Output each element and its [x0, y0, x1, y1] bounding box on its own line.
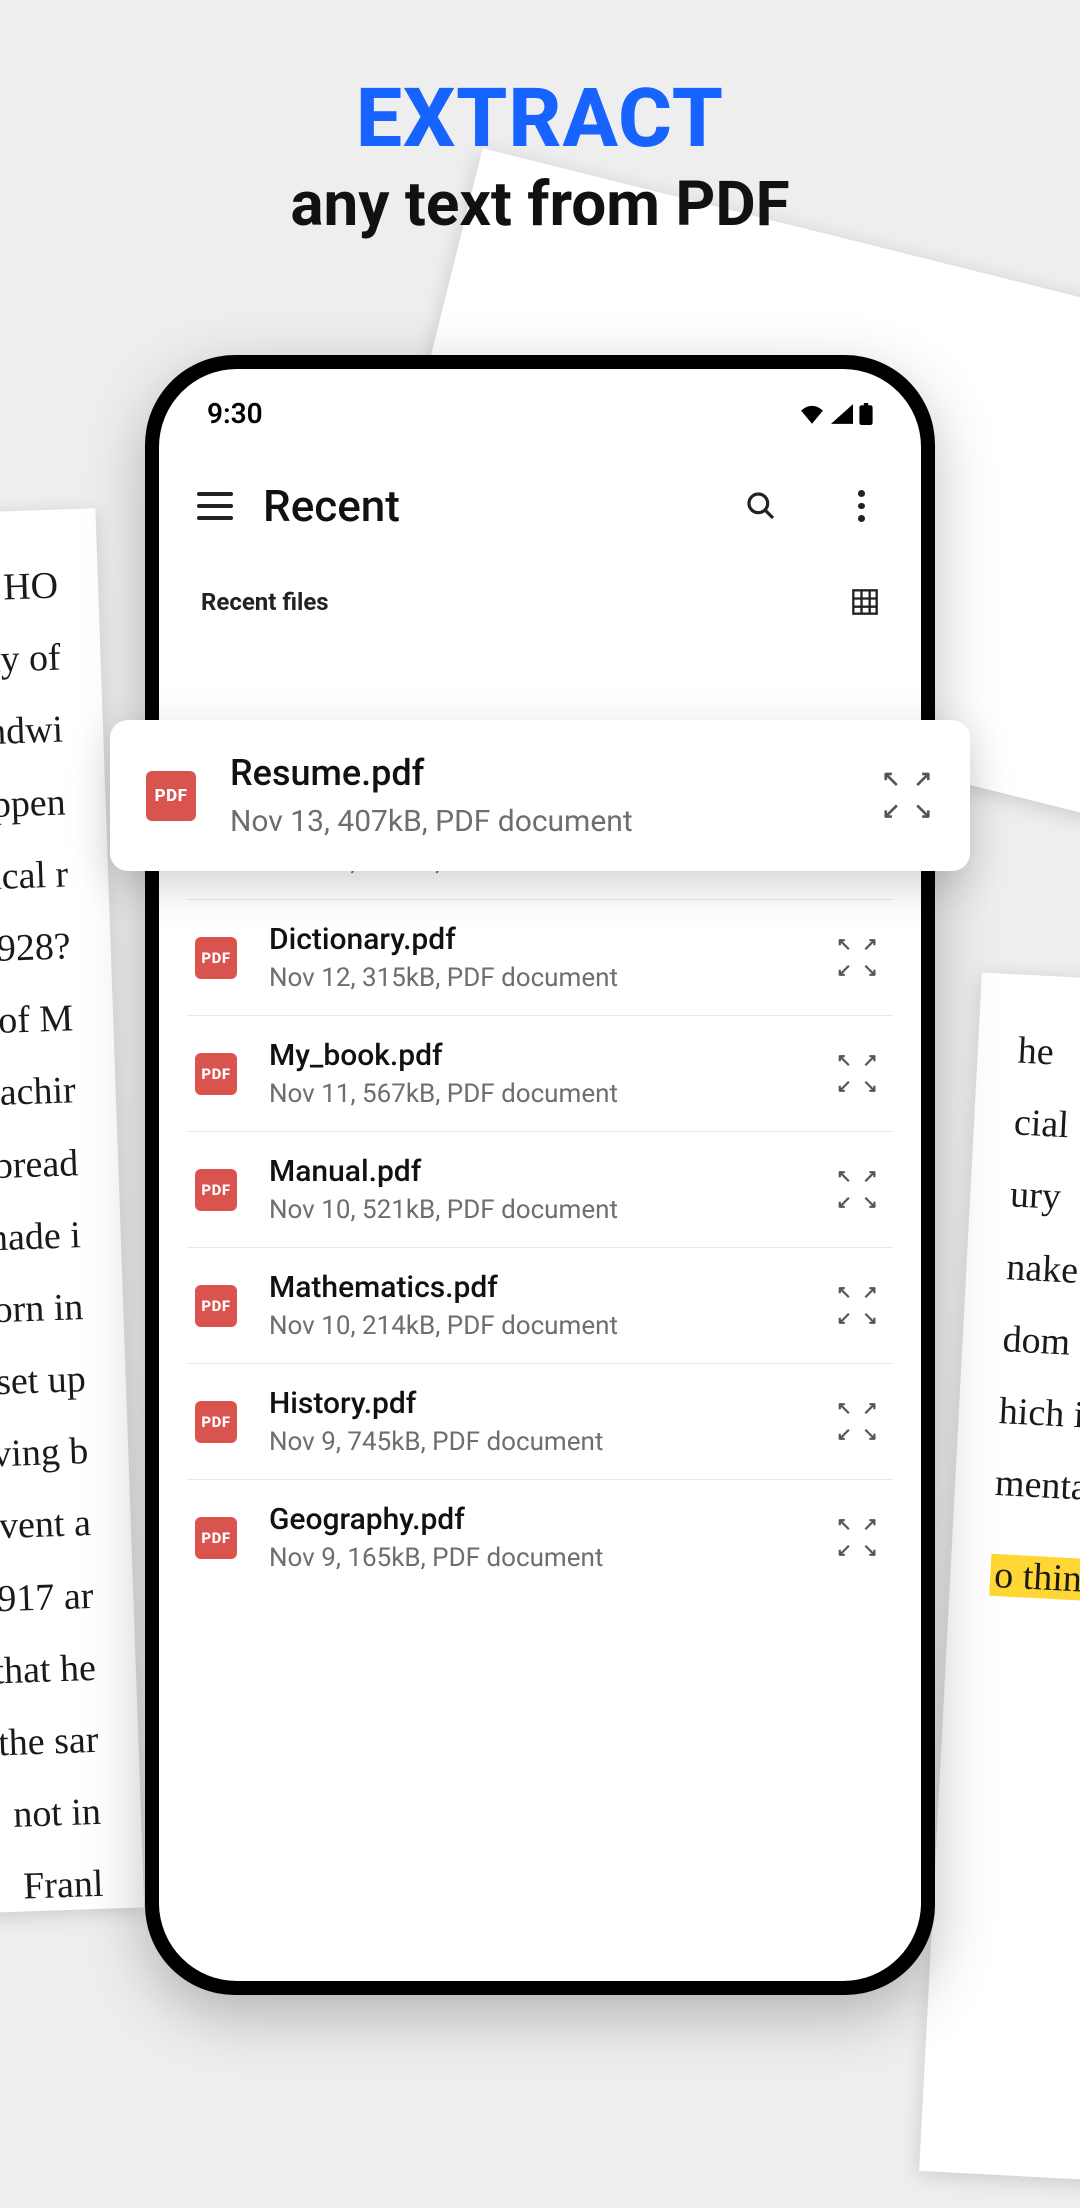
file-text: History.pdf Nov 9, 745kB, PDF document [269, 1386, 803, 1457]
pdf-icon: PDF [195, 1401, 237, 1443]
expand-icon[interactable]: ↖↗↙↘ [835, 1400, 879, 1444]
marketing-headline: EXTRACT any text from PDF [0, 78, 1080, 241]
expand-icon[interactable]: ↖↗↙↘ [880, 769, 934, 823]
file-name: Mathematics.pdf [269, 1270, 803, 1305]
pdf-icon: PDF [195, 1169, 237, 1211]
expand-icon[interactable]: ↖↗↙↘ [835, 936, 879, 980]
pdf-icon: PDF [195, 1285, 237, 1327]
file-text: My_book.pdf Nov 11, 567kB, PDF document [269, 1038, 803, 1109]
background-paper-right: he cial ury nake dom hich is mental o th… [919, 973, 1080, 2208]
file-row[interactable]: PDF Mathematics.pdf Nov 10, 214kB, PDF d… [187, 1248, 893, 1364]
file-meta: Nov 10, 214kB, PDF document [269, 1311, 803, 1341]
battery-icon [859, 403, 873, 425]
menu-icon[interactable] [197, 492, 233, 520]
file-name: My_book.pdf [269, 1038, 803, 1073]
more-options-icon[interactable] [845, 490, 877, 522]
page-title: Recent [263, 480, 715, 532]
section-label: Recent files [201, 588, 329, 616]
expand-icon[interactable]: ↖↗↙↘ [835, 1168, 879, 1212]
file-text: Dictionary.pdf Nov 12, 315kB, PDF docume… [269, 922, 803, 993]
file-meta: Nov 12, 315kB, PDF document [269, 963, 803, 993]
grid-view-icon[interactable] [851, 588, 879, 616]
expand-icon[interactable]: ↖↗↙↘ [835, 1052, 879, 1096]
featured-file-card[interactable]: PDF Resume.pdf Nov 13, 407kB, PDF docume… [110, 720, 970, 871]
file-meta: Nov 9, 165kB, PDF document [269, 1543, 803, 1573]
file-meta: Nov 11, 567kB, PDF document [269, 1079, 803, 1109]
file-name: Dictionary.pdf [269, 922, 803, 957]
file-meta: Nov 9, 745kB, PDF document [269, 1427, 803, 1457]
status-icons [799, 403, 873, 425]
file-meta: Nov 13, 407kB, PDF document [230, 804, 846, 839]
file-row[interactable]: PDF Dictionary.pdf Nov 12, 315kB, PDF do… [187, 900, 893, 1016]
signal-icon [831, 404, 853, 424]
pdf-icon: PDF [195, 937, 237, 979]
headline-line-1: EXTRACT [0, 78, 1080, 160]
file-meta: Nov 10, 521kB, PDF document [269, 1195, 803, 1225]
section-header: Recent files [159, 556, 921, 634]
background-text-highlight: o think [989, 1554, 1080, 1602]
pdf-icon: PDF [195, 1517, 237, 1559]
file-name: Manual.pdf [269, 1154, 803, 1189]
file-name: Resume.pdf [230, 752, 846, 794]
expand-icon[interactable]: ↖↗↙↘ [835, 1516, 879, 1560]
status-bar: 9:30 [159, 369, 921, 440]
pdf-icon: PDF [195, 1053, 237, 1095]
file-row[interactable]: PDF Geography.pdf Nov 9, 165kB, PDF docu… [187, 1480, 893, 1595]
file-name: History.pdf [269, 1386, 803, 1421]
phone-frame: 9:30 Recent Recent files [145, 355, 935, 1995]
expand-icon[interactable]: ↖↗↙↘ [835, 1284, 879, 1328]
headline-line-2: any text from PDF [0, 168, 1080, 241]
background-text-right: he cial ury nake dom hich is mental [993, 1015, 1080, 1552]
app-bar: Recent [159, 440, 921, 556]
pdf-icon: PDF [146, 771, 196, 821]
file-row[interactable]: PDF My_book.pdf Nov 11, 567kB, PDF docum… [187, 1016, 893, 1132]
file-name: Geography.pdf [269, 1502, 803, 1537]
file-text: Geography.pdf Nov 9, 165kB, PDF document [269, 1502, 803, 1573]
file-text: Resume.pdf Nov 13, 407kB, PDF document [230, 752, 846, 839]
search-icon[interactable] [745, 490, 777, 522]
file-text: Mathematics.pdf Nov 10, 214kB, PDF docum… [269, 1270, 803, 1341]
phone-screen: 9:30 Recent Recent files [159, 369, 921, 1981]
status-time: 9:30 [207, 397, 263, 430]
file-row[interactable]: PDF Manual.pdf Nov 10, 521kB, PDF docume… [187, 1132, 893, 1248]
file-row[interactable]: PDF History.pdf Nov 9, 745kB, PDF docume… [187, 1364, 893, 1480]
wifi-icon [799, 404, 825, 424]
file-text: Manual.pdf Nov 10, 521kB, PDF document [269, 1154, 803, 1225]
